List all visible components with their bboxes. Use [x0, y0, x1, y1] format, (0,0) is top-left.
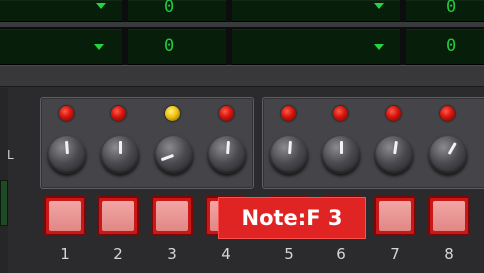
knob-6[interactable] [322, 136, 360, 174]
knob-indicator [65, 140, 69, 155]
lcd-value-text: 0 [446, 0, 457, 17]
knob-indicator [160, 153, 175, 162]
step-number: 2 [113, 245, 123, 263]
step-number: 5 [284, 245, 294, 263]
knob-indicator [393, 140, 398, 155]
lcd-row-1: 0 0 [0, 0, 484, 22]
knob-indicator [226, 140, 230, 155]
lcd-value-text: 0 [446, 36, 457, 56]
led-indicator-8 [440, 106, 455, 121]
knob-3[interactable] [155, 136, 193, 174]
led-indicator-1 [59, 106, 74, 121]
lcd-value-2b[interactable]: 0 [406, 29, 484, 65]
step-button-2[interactable] [97, 196, 139, 236]
chevron-down-icon [374, 44, 384, 50]
lcd-dropdown-1b[interactable] [232, 0, 400, 22]
chevron-down-icon [374, 3, 384, 9]
knob-indicator [447, 142, 457, 155]
chevron-down-icon [94, 44, 104, 50]
knob-5[interactable] [270, 136, 308, 174]
knob-7[interactable] [375, 136, 413, 174]
knob-4[interactable] [208, 136, 246, 174]
led-indicator-3 [165, 106, 180, 121]
knob-indicator [288, 140, 292, 155]
side-label: L [7, 148, 14, 162]
step-button-3[interactable] [151, 196, 193, 236]
step-number: 7 [390, 245, 400, 263]
step-button-8[interactable] [428, 196, 470, 236]
led-indicator-6 [333, 106, 348, 121]
lcd-value-text: 0 [164, 36, 175, 56]
chevron-down-icon [96, 3, 106, 9]
step-number: 4 [221, 245, 231, 263]
led-indicator-4 [219, 106, 234, 121]
left-edge-indicator [0, 180, 8, 226]
led-indicator-5 [281, 106, 296, 121]
step-number: 8 [444, 245, 454, 263]
led-indicator-7 [386, 106, 401, 121]
lcd-row-2: 0 0 [0, 27, 484, 65]
step-number: 3 [167, 245, 177, 263]
knob-1[interactable] [48, 136, 86, 174]
knob-2[interactable] [101, 136, 139, 174]
lcd-value-1b[interactable]: 0 [406, 0, 484, 22]
lcd-value-2a[interactable]: 0 [128, 29, 226, 65]
step-button-1[interactable] [44, 196, 86, 236]
lcd-dropdown-2a[interactable] [0, 29, 122, 65]
step-number: 1 [60, 245, 70, 263]
lcd-value-text: 0 [164, 0, 175, 17]
step-button-7[interactable] [374, 196, 416, 236]
lcd-dropdown-1a[interactable] [0, 0, 122, 22]
knob-indicator [340, 141, 343, 154]
note-tooltip: Note:F 3 [218, 197, 366, 239]
knob-8[interactable] [429, 136, 467, 174]
step-number: 6 [336, 245, 346, 263]
knob-indicator [119, 141, 122, 154]
led-indicator-2 [111, 106, 126, 121]
lcd-dropdown-2b[interactable] [232, 29, 400, 65]
lcd-value-1a[interactable]: 0 [128, 0, 226, 22]
section-divider [0, 65, 484, 87]
